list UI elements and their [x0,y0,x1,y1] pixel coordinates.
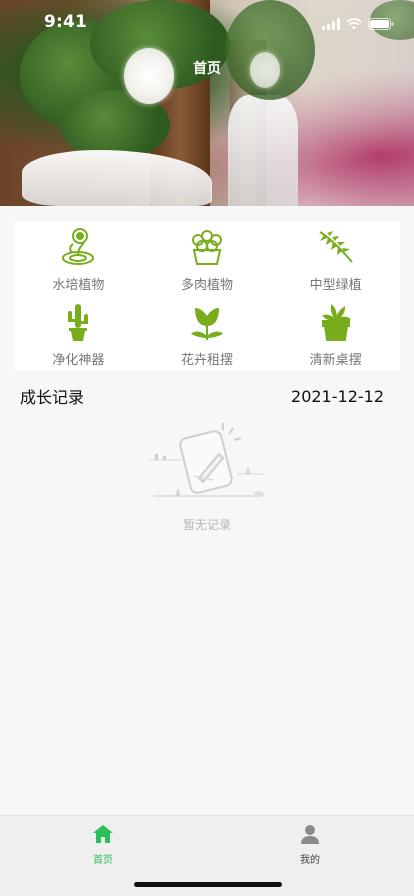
page-title: 首页 [193,61,221,77]
category-hydroponic[interactable]: 水培植物 [14,221,143,296]
status-bar: 9:41 [0,0,414,44]
category-label: 多肉植物 [180,278,233,293]
hydroponic-plant-icon [58,227,98,267]
growth-record-title: 成长记录 [20,388,85,407]
tab-home[interactable]: 首页 [63,824,143,866]
empty-notebook-illustration [147,420,267,506]
category-label: 净化神器 [52,353,105,368]
home-icon [92,824,114,848]
succulent-plant-icon [187,227,227,267]
category-label: 中型绿植 [309,278,362,293]
growth-record-header: 成长记录 2021-12-12 [20,384,384,408]
category-succulent[interactable]: 多肉植物 [143,221,272,296]
tab-home-label: 首页 [93,855,113,866]
tulip-icon [187,302,227,342]
category-label: 水培植物 [52,278,105,293]
category-label: 花卉租摆 [180,353,233,368]
wifi-icon [346,15,362,34]
fern-leaf-icon [316,227,356,267]
empty-state-text: 暂无记录 [182,518,231,532]
status-time: 9:41 [44,12,88,32]
battery-icon [368,15,394,34]
home-indicator [134,882,282,887]
cactus-pot-icon [58,302,98,342]
tab-mine-label: 我的 [300,855,320,866]
category-grid: 水培植物 多肉植物 中型绿植 净化神器 花卉租摆 清新桌摆 [14,221,400,371]
category-medium-green[interactable]: 中型绿植 [271,221,400,296]
growth-record-date[interactable]: 2021-12-12 [291,387,384,406]
white-cloth [228,95,298,206]
status-icons [322,15,394,34]
category-purifier[interactable]: 净化神器 [14,296,143,371]
desk-plant-pot-icon [316,302,356,342]
category-desk-plant[interactable]: 清新桌摆 [271,296,400,371]
category-label: 清新桌摆 [309,353,362,368]
user-icon [300,824,320,848]
tab-bar: 首页 我的 [0,815,414,896]
signal-icon [322,15,340,34]
empty-state: 暂无记录 [0,420,414,533]
category-flower-rental[interactable]: 花卉租摆 [143,296,272,371]
tab-mine[interactable]: 我的 [270,824,350,866]
